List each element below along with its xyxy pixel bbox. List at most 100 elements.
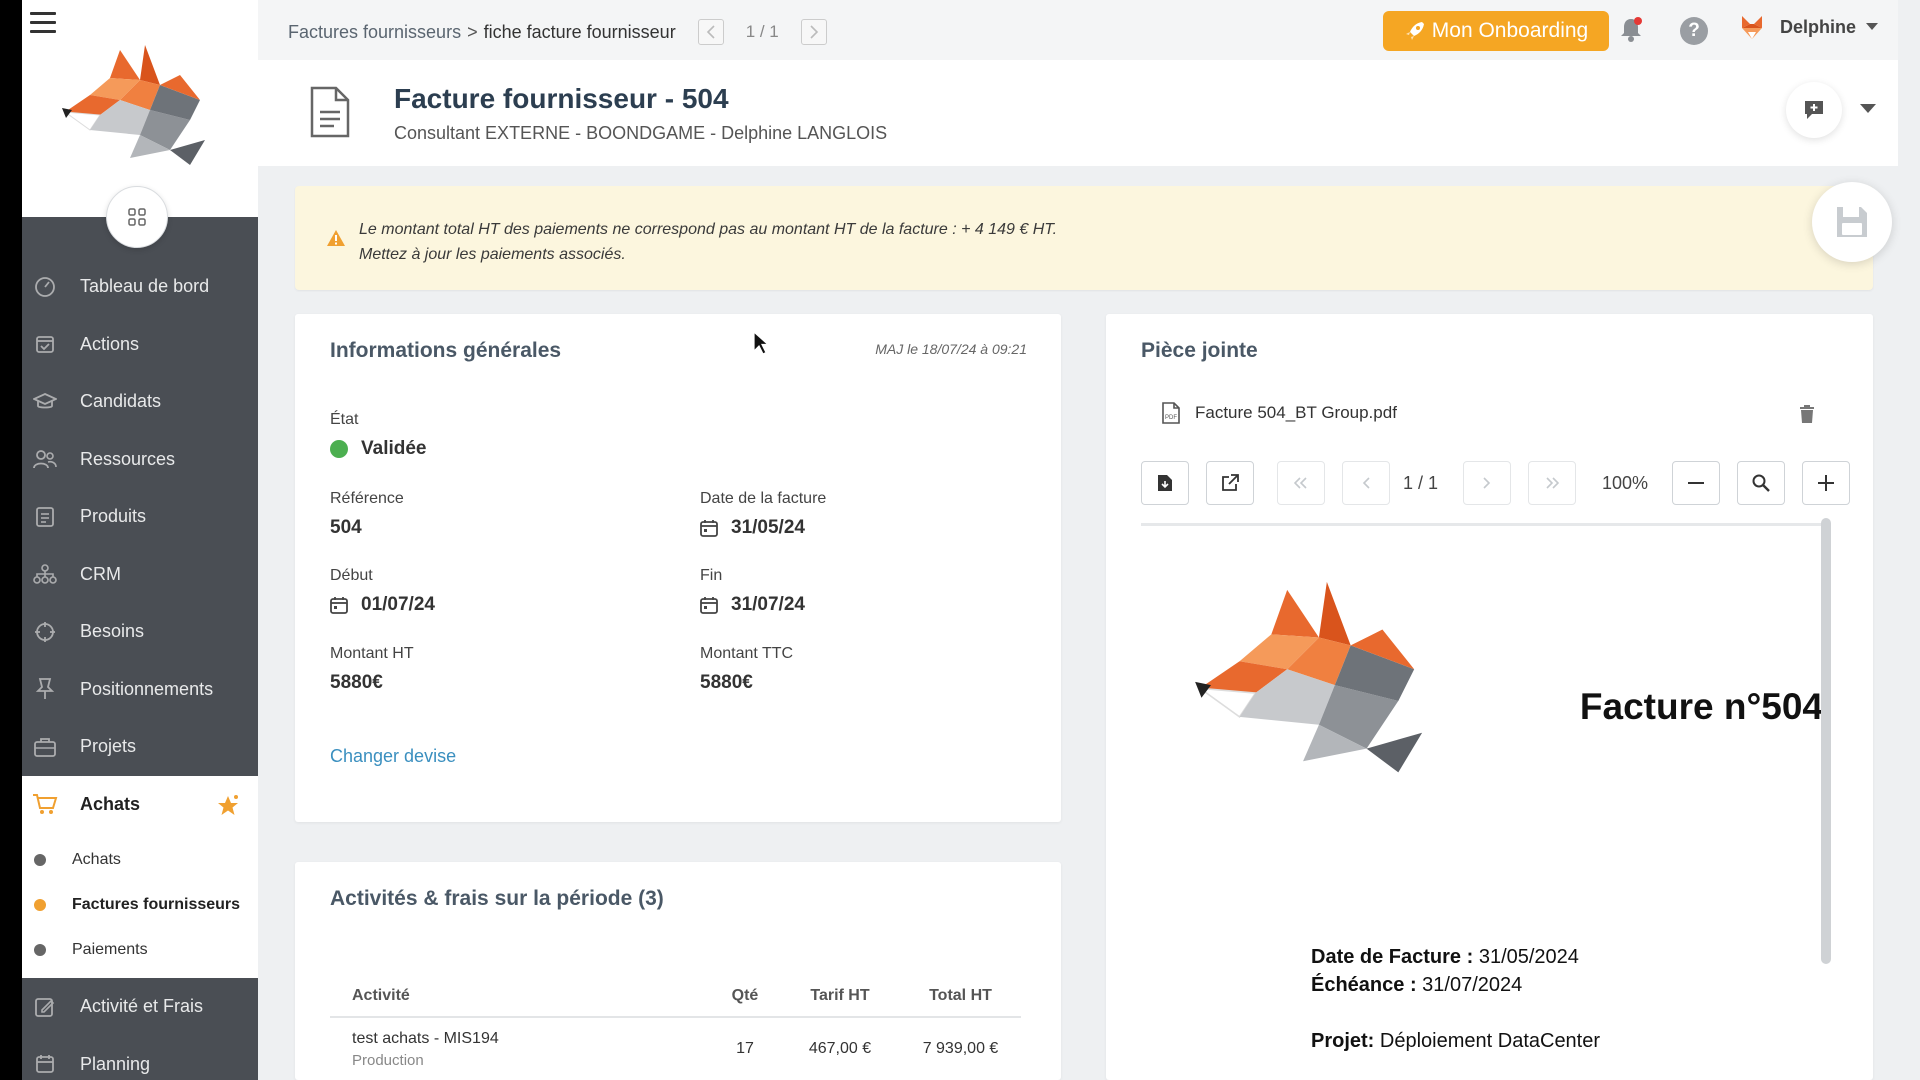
- save-button[interactable]: [1812, 182, 1892, 262]
- invoice-date-value: 31/05/24: [700, 517, 805, 539]
- minus-icon: [1688, 482, 1704, 484]
- sidebar-item-candidats[interactable]: Candidats: [22, 373, 258, 431]
- subnav-item-achats[interactable]: Achats: [22, 837, 258, 882]
- hamburger-menu-icon[interactable]: [30, 12, 56, 34]
- download-button[interactable]: [1141, 461, 1189, 505]
- card-title: Activités & frais sur la période (3): [330, 887, 664, 910]
- attachment-file[interactable]: PDF Facture 504_BT Group.pdf: [1161, 402, 1397, 424]
- activities-table: Activité Qté Tarif HT Total HT test acha…: [330, 976, 1021, 1080]
- pdf-scrollbar[interactable]: [1821, 518, 1831, 964]
- pdf-due-label: Échéance :: [1311, 974, 1417, 996]
- zoom-out-button[interactable]: [1672, 461, 1720, 505]
- mouse-cursor-icon: [753, 331, 769, 355]
- zoom-fit-button[interactable]: [1737, 461, 1785, 505]
- next-page-button[interactable]: [1463, 461, 1511, 505]
- notifications-bell-icon[interactable]: [1618, 16, 1644, 44]
- chevron-left-icon: [1362, 477, 1370, 489]
- sidebar-item-achats[interactable]: Achats: [22, 775, 258, 833]
- sidebar-item-ressources[interactable]: Ressources: [22, 431, 258, 489]
- subnav-item-paiements[interactable]: Paiements: [22, 927, 258, 972]
- sidebar-item-tableau-de-bord[interactable]: Tableau de bord: [22, 258, 258, 316]
- total-cell: 7 939,00 €: [922, 1040, 999, 1057]
- previous-record-button[interactable]: [697, 19, 724, 45]
- end-label: Fin: [700, 567, 723, 584]
- warning-line: Mettez à jour les paiements associés.: [359, 246, 626, 263]
- delete-attachment-trash-icon[interactable]: [1799, 405, 1815, 423]
- sidebar-item-crm[interactable]: CRM: [22, 546, 258, 604]
- user-menu[interactable]: Delphine: [1738, 14, 1879, 40]
- sidebar-item-label: CRM: [80, 563, 121, 584]
- activity-type: Production: [352, 1051, 424, 1069]
- start-value: 01/07/24: [330, 594, 435, 616]
- subnav-label: Achats: [72, 850, 121, 868]
- zoom-in-button[interactable]: [1802, 461, 1850, 505]
- sidebar-item-label: Achats: [80, 793, 141, 814]
- page-subtitle: Consultant EXTERNE - BOONDGAME - Delphin…: [394, 123, 888, 143]
- sidebar-nav: Tableau de bord Actions Candidats Ressou…: [22, 258, 258, 1080]
- reference-label: Référence: [330, 490, 404, 507]
- page-header: Facture fournisseur - 504 Consultant EXT…: [258, 60, 1898, 166]
- amount-ht-label: Montant HT: [330, 645, 414, 662]
- column-header[interactable]: Activité: [330, 987, 710, 1005]
- warning-icon: [327, 230, 345, 246]
- caret-down-icon[interactable]: [1860, 104, 1876, 114]
- column-header[interactable]: Qté: [710, 987, 780, 1005]
- bullet-icon: [34, 853, 46, 866]
- open-external-button[interactable]: [1206, 461, 1254, 505]
- sidebar-item-planning[interactable]: Planning: [22, 1036, 258, 1080]
- sidebar-item-besoins[interactable]: Besoins: [22, 603, 258, 661]
- column-header[interactable]: Total HT: [900, 987, 1021, 1005]
- chevron-left-icon: [706, 25, 715, 39]
- favorite-star-icon[interactable]: [216, 794, 240, 818]
- amount-ht-value: 5880€: [330, 672, 383, 693]
- sidebar-item-label: Activité et Frais: [80, 996, 204, 1017]
- help-button[interactable]: ?: [1680, 17, 1708, 45]
- sidebar-item-label: Tableau de bord: [80, 276, 210, 297]
- double-chevron-left-icon: [1294, 477, 1307, 489]
- general-info-card: Informations générales MAJ le 18/07/24 à…: [295, 314, 1061, 822]
- first-page-button[interactable]: [1277, 461, 1325, 505]
- pdf-file-icon: PDF: [1162, 402, 1180, 424]
- date-text: 31/07/24: [731, 594, 805, 615]
- card-title: Pièce jointe: [1141, 339, 1258, 362]
- sidebar-item-label: Besoins: [80, 621, 145, 642]
- sidebar-item-activite-et-frais[interactable]: Activité et Frais: [22, 978, 258, 1036]
- card-title: Informations générales: [330, 339, 562, 362]
- breadcrumb-link[interactable]: Factures fournisseurs: [288, 22, 461, 43]
- pdf-viewer[interactable]: Facture n°504 Date de Facture : 31/05/20…: [1141, 523, 1831, 1080]
- breadcrumb-separator: >: [467, 21, 478, 42]
- chevron-right-icon: [1483, 477, 1491, 489]
- apps-grid-button[interactable]: [106, 186, 168, 248]
- subnav-item-factures-fournisseurs[interactable]: Factures fournisseurs: [22, 882, 258, 927]
- breadcrumb-current: fiche facture fournisseur: [483, 21, 676, 42]
- sidebar-item-produits[interactable]: Produits: [22, 488, 258, 546]
- calendar-icon: [700, 519, 718, 537]
- previous-page-button[interactable]: [1342, 461, 1390, 505]
- pdf-toolbar: 1 / 1 100%: [1141, 461, 1850, 507]
- sidebar-item-label: Candidats: [80, 391, 162, 412]
- column-header[interactable]: Tarif HT: [780, 987, 900, 1005]
- fox-logo[interactable]: [60, 40, 210, 166]
- avatar: [1738, 14, 1766, 40]
- reference-value: 504: [330, 517, 362, 538]
- warning-line: Le montant total HT des paiements ne cor…: [359, 221, 1058, 238]
- file-download-icon: [1158, 475, 1172, 491]
- last-page-button[interactable]: [1528, 461, 1576, 505]
- table-row[interactable]: test achats - MIS194 Production 17 467,0…: [330, 1018, 1021, 1080]
- comments-button[interactable]: [1786, 82, 1842, 138]
- sidebar-item-positionnements[interactable]: Positionnements: [22, 661, 258, 719]
- document-list-icon: [32, 504, 58, 530]
- pin-icon: [32, 676, 58, 702]
- onboarding-button[interactable]: Mon Onboarding: [1383, 11, 1609, 51]
- sidebar-item-actions[interactable]: Actions: [22, 316, 258, 374]
- comment-icon: [1805, 101, 1823, 119]
- change-currency-link[interactable]: Changer devise: [330, 746, 456, 767]
- activity-cell: test achats - MIS194 Production: [330, 1030, 710, 1069]
- sidebar-item-projets[interactable]: Projets: [22, 718, 258, 776]
- onboarding-label: Mon Onboarding: [1431, 19, 1589, 42]
- next-record-button[interactable]: [800, 19, 827, 45]
- pdf-page-indicator: 1 / 1: [1403, 473, 1439, 493]
- start-label: Début: [330, 567, 373, 584]
- pdf-date-value: 31/05/2024: [1478, 946, 1579, 968]
- status-text: Validée: [361, 438, 427, 459]
